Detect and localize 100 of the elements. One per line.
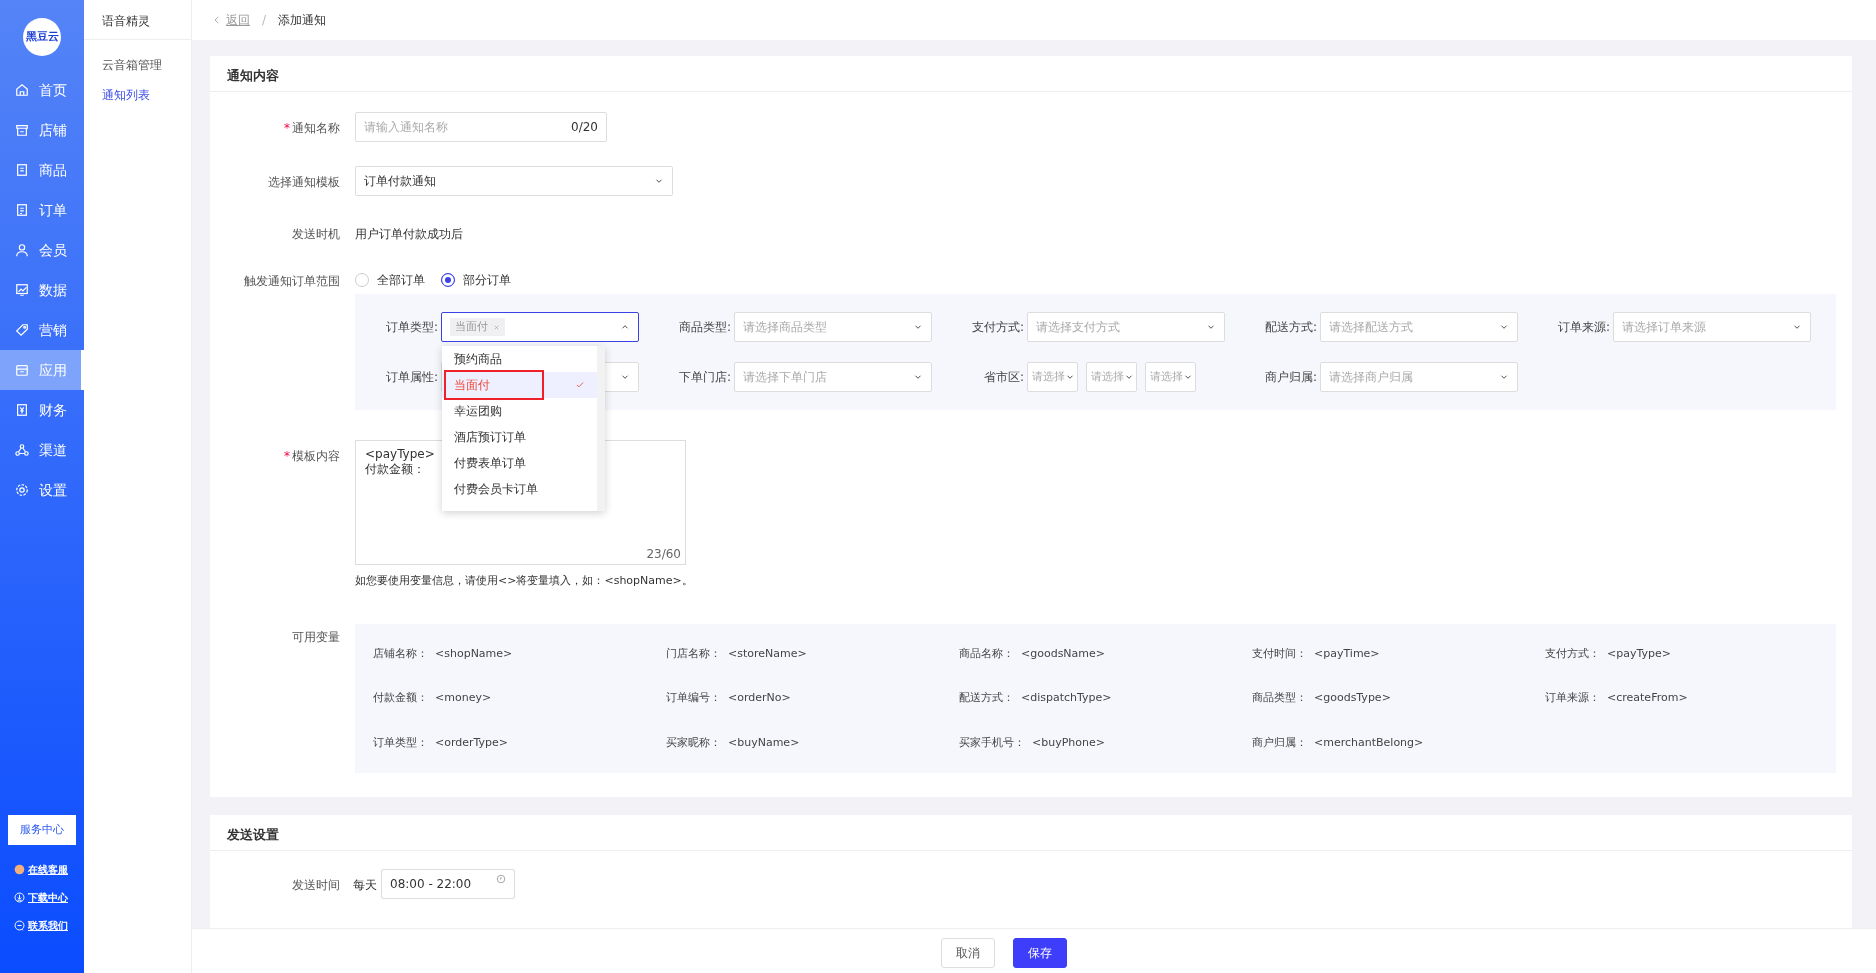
subnav-item[interactable]: 通知列表 bbox=[84, 82, 191, 108]
name-input[interactable]: 请输入通知名称 0/20 bbox=[355, 112, 607, 142]
dropdown-option[interactable]: 当面付 bbox=[442, 372, 597, 398]
yen-icon bbox=[15, 403, 29, 417]
download-icon bbox=[14, 891, 25, 903]
user-icon bbox=[15, 243, 29, 257]
filter-label: 配送方式: bbox=[1263, 319, 1318, 336]
filter-label: 商户归属: bbox=[1263, 369, 1318, 386]
close-icon bbox=[493, 323, 500, 331]
nav-item[interactable]: 店铺 bbox=[0, 110, 84, 150]
hint-text: 如您要使用变量信息，请使用<>将变量填入，如：<shopName>。 bbox=[355, 573, 693, 589]
check-icon bbox=[575, 380, 585, 390]
filter-select[interactable]: 请选择商品类型 bbox=[734, 312, 932, 342]
filter-select[interactable]: 请选择下单门店 bbox=[734, 362, 932, 392]
nav-item[interactable]: 首页 bbox=[0, 70, 84, 110]
filter-label: 省市区: bbox=[982, 369, 1025, 386]
filter-label: 支付方式: bbox=[970, 319, 1025, 336]
chat-icon bbox=[14, 919, 25, 931]
home-icon bbox=[15, 83, 29, 97]
textarea-line: 付款金额： bbox=[365, 462, 425, 477]
nav-item[interactable]: 设置 bbox=[0, 470, 84, 510]
nav-item[interactable]: 数据 bbox=[0, 270, 84, 310]
textarea-line: <payType> bbox=[365, 447, 435, 462]
dropdown-option[interactable]: 付费表单订单 bbox=[442, 450, 597, 476]
tag-icon bbox=[15, 323, 29, 337]
region-select[interactable]: 请选择 bbox=[1027, 362, 1078, 392]
variable-item: 店铺名称： <shopName> bbox=[373, 645, 514, 662]
send-timing-value: 用户订单付款成功后 bbox=[355, 226, 463, 243]
box-icon bbox=[15, 363, 29, 377]
time-prefix: 每天 bbox=[353, 877, 377, 894]
field-label: 触发通知订单范围 bbox=[244, 274, 340, 288]
filter-select[interactable]: 请选择订单来源 bbox=[1613, 312, 1811, 342]
variable-item: 支付时间： <payTime> bbox=[1252, 645, 1381, 662]
nav-item[interactable]: 营销 bbox=[0, 310, 84, 350]
shop-icon bbox=[15, 123, 29, 137]
field-label: 模板内容 bbox=[292, 449, 340, 463]
variable-item: 配送方式： <dispatchType> bbox=[959, 690, 1113, 706]
back-link[interactable]: 返回 bbox=[212, 11, 250, 29]
service-button[interactable]: 服务中心 bbox=[8, 815, 76, 845]
card-title: 通知内容 bbox=[210, 56, 1852, 92]
field-label: 发送时机 bbox=[292, 227, 340, 241]
dropdown-option[interactable]: 付费会员卡订单 bbox=[442, 476, 597, 502]
radio-option[interactable]: 全部订单 bbox=[355, 271, 425, 289]
filter-select[interactable]: 请选择商户归属 bbox=[1320, 362, 1518, 392]
variable-item: 支付方式： <payType> bbox=[1545, 645, 1672, 662]
required-mark: * bbox=[284, 449, 290, 463]
document-icon bbox=[15, 203, 29, 217]
radio-option[interactable]: 部分订单 bbox=[441, 271, 511, 289]
back-icon bbox=[212, 15, 222, 25]
sidebar-link[interactable]: 联系我们 bbox=[0, 911, 84, 939]
subnav-item[interactable]: 云音箱管理 bbox=[84, 52, 191, 78]
tag-select[interactable]: 当面付 bbox=[441, 312, 639, 342]
sidebar-link[interactable]: 下载中心 bbox=[0, 883, 84, 911]
variable-item: 买家昵称： <buyName> bbox=[666, 734, 801, 751]
required-mark: * bbox=[284, 121, 290, 135]
breadcrumb-separator: / bbox=[262, 12, 267, 29]
breadcrumb-current: 添加通知 bbox=[278, 12, 327, 29]
filter-select[interactable]: 请选择配送方式 bbox=[1320, 312, 1518, 342]
filter-label: 订单属性: bbox=[384, 369, 439, 386]
character-counter: 23/60 bbox=[646, 547, 681, 562]
nav-item[interactable]: 渠道 bbox=[0, 430, 84, 470]
variable-item: 订单类型： <orderType> bbox=[373, 734, 510, 751]
field-label: 选择通知模板 bbox=[268, 175, 340, 189]
nav-item[interactable]: 会员 bbox=[0, 230, 84, 270]
filter-label: 订单类型: bbox=[384, 319, 439, 336]
sidebar-link[interactable]: 在线客服 bbox=[0, 855, 84, 883]
avatar-icon bbox=[14, 863, 25, 875]
variable-item: 订单编号： <orderNo> bbox=[666, 690, 792, 706]
variable-item: 商品类型： <goodsType> bbox=[1252, 690, 1392, 706]
filter-label: 下单门店: bbox=[677, 369, 732, 386]
chart-icon bbox=[15, 283, 29, 297]
nav-item[interactable]: 应用 bbox=[0, 350, 84, 390]
field-label: 可用变量 bbox=[292, 629, 340, 644]
variable-item: 商品名称： <goodsName> bbox=[959, 645, 1107, 662]
save-button[interactable]: 保存 bbox=[1013, 938, 1067, 968]
field-label: 发送时间 bbox=[292, 878, 340, 892]
dropdown-option[interactable]: 预约商品 bbox=[442, 346, 597, 372]
filter-label: 订单来源: bbox=[1556, 319, 1611, 336]
cancel-button[interactable]: 取消 bbox=[941, 938, 995, 968]
template-select[interactable]: 订单付款通知 bbox=[355, 166, 673, 196]
clock-icon bbox=[496, 874, 506, 884]
selected-tag: 当面付 bbox=[450, 317, 505, 337]
time-range-input[interactable]: 08:00 - 22:00 bbox=[381, 869, 515, 899]
variable-item: 商户归属： <merchantBelong> bbox=[1252, 734, 1425, 751]
nav-item[interactable]: 商品 bbox=[0, 150, 84, 190]
variable-item: 订单来源： <createFrom> bbox=[1545, 690, 1689, 706]
region-select[interactable]: 请选择 bbox=[1086, 362, 1137, 392]
logo: 黑豆云 bbox=[23, 18, 61, 56]
card-title: 发送设置 bbox=[210, 815, 1852, 851]
settings-icon bbox=[15, 483, 29, 497]
nav-item[interactable]: 订单 bbox=[0, 190, 84, 230]
character-counter: 0/20 bbox=[571, 119, 598, 136]
network-icon bbox=[15, 443, 29, 457]
dropdown-option[interactable]: 幸运团购 bbox=[442, 398, 597, 424]
nav-item[interactable]: 财务 bbox=[0, 390, 84, 430]
product-icon bbox=[15, 163, 29, 177]
subnav-title: 语音精灵 bbox=[84, 0, 191, 40]
filter-select[interactable]: 请选择支付方式 bbox=[1027, 312, 1225, 342]
variable-item: 付款金额： <money> bbox=[373, 690, 493, 706]
region-select[interactable]: 请选择 bbox=[1145, 362, 1196, 392]
